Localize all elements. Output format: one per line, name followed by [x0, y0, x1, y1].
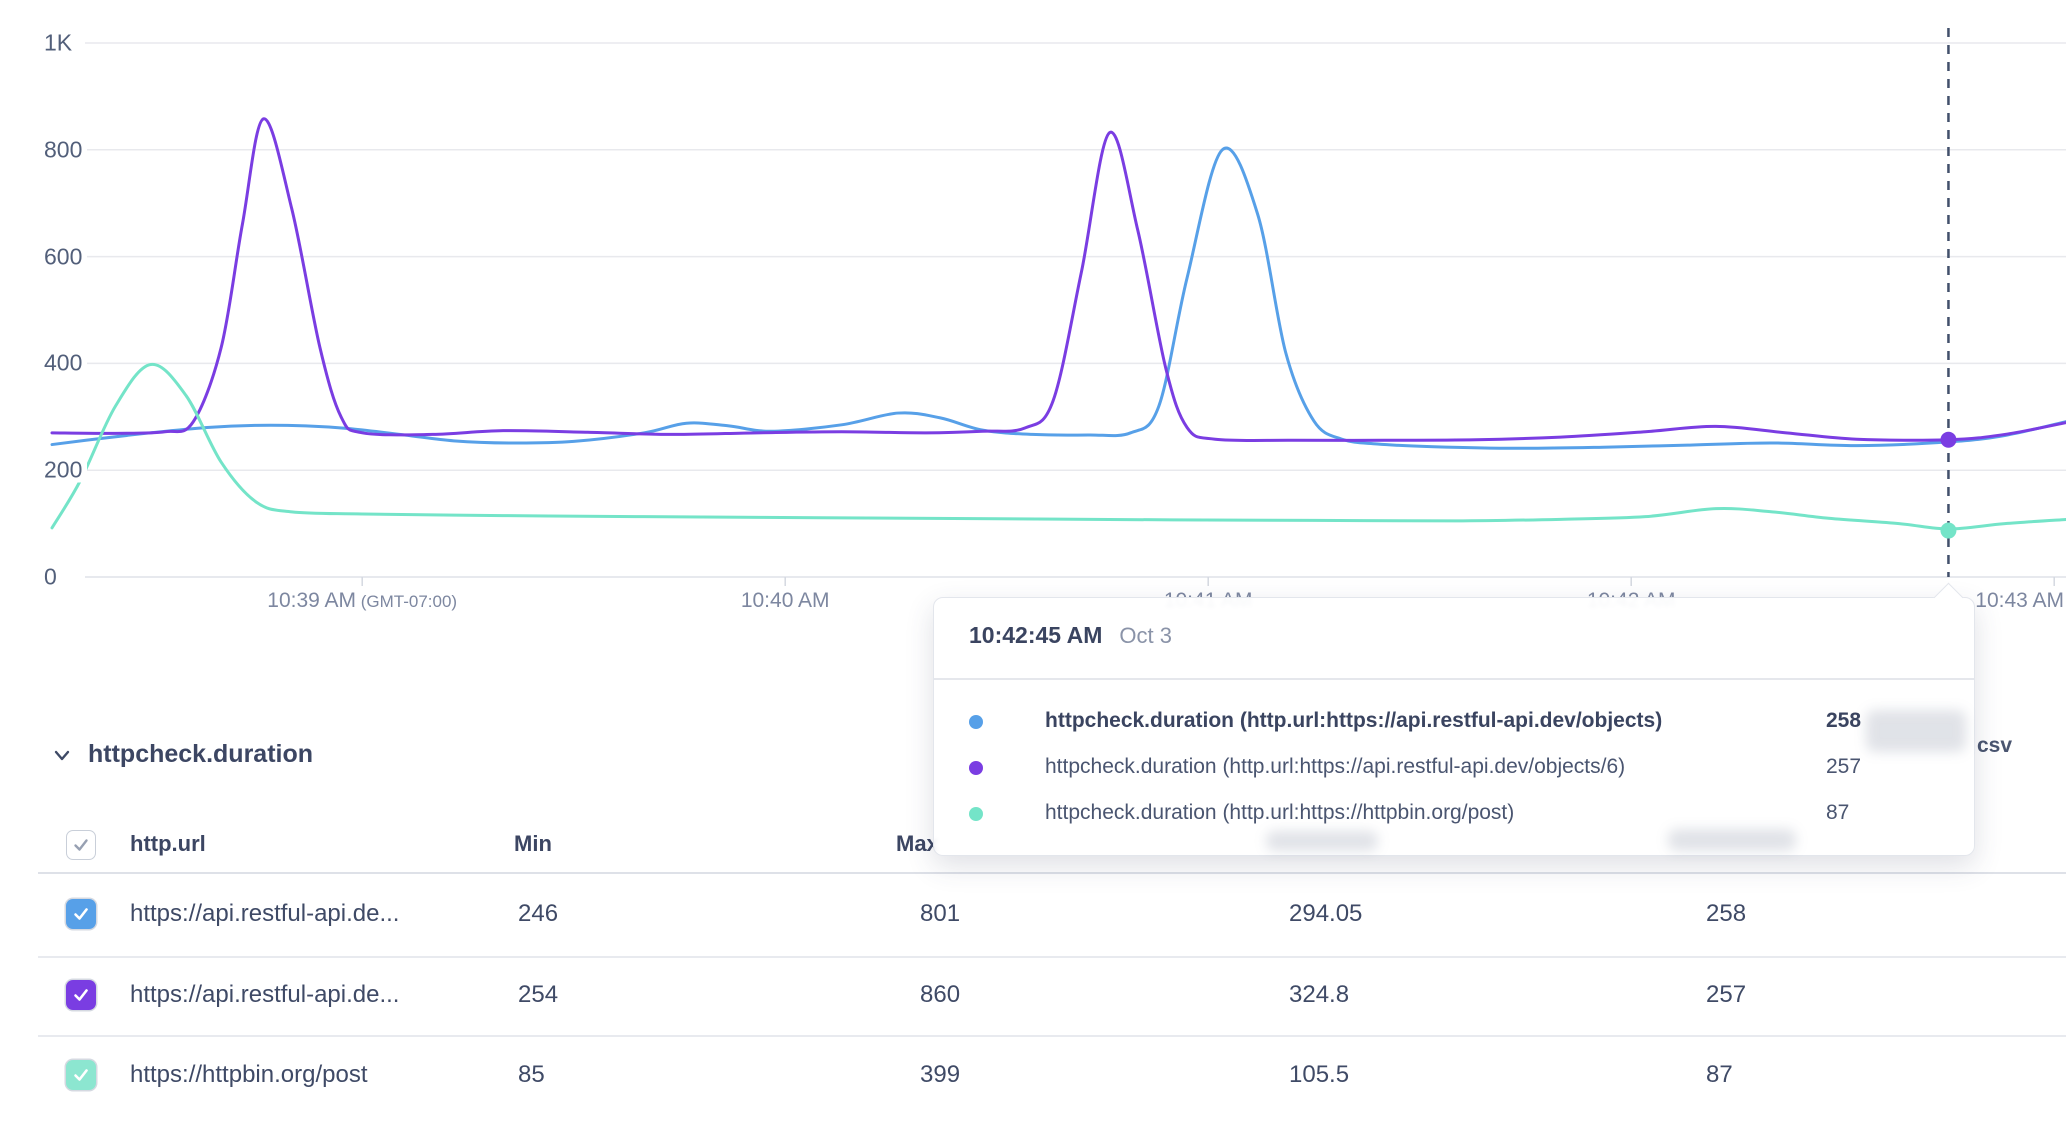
cell-value: 87	[1706, 1061, 1733, 1089]
section-title: httpcheck.duration	[88, 740, 313, 769]
check-icon	[71, 835, 91, 855]
cell-value: 257	[1706, 981, 1746, 1009]
cell-min: 85	[518, 1061, 545, 1089]
tooltip-series-value: 258	[1826, 709, 1861, 733]
y-tick-label: 800	[44, 137, 87, 162]
tooltip-series-row: httpcheck.duration (http.url:https://api…	[934, 699, 1974, 745]
httpcheck-dashboard: { "colors": { "blue": "#57a0e8", "purple…	[0, 0, 2066, 1126]
tooltip-header: 10:42:45 AM Oct 3	[969, 622, 1172, 649]
cell-min: 246	[518, 900, 558, 928]
chart-tooltip: 10:42:45 AM Oct 3 httpcheck.duration (ht…	[933, 597, 1975, 856]
y-tick-label: 1K	[44, 31, 77, 56]
check-icon	[71, 1065, 91, 1085]
redacted-text	[1866, 710, 1966, 752]
y-tick-label: 400	[44, 351, 87, 376]
row-separator	[38, 1035, 2066, 1037]
y-tick-label: 0	[44, 565, 62, 590]
tooltip-rows: httpcheck.duration (http.url:https://api…	[934, 699, 1974, 837]
cell-max: 860	[920, 981, 960, 1009]
tooltip-series-label: httpcheck.duration (http.url:https://htt…	[1045, 801, 1514, 825]
tooltip-series-value: 257	[1826, 755, 1861, 779]
redacted-column-header	[1668, 829, 1796, 851]
table-header-border	[38, 872, 2066, 874]
tooltip-series-row: httpcheck.duration (http.url:https://htt…	[934, 791, 1974, 837]
cell-max: 399	[920, 1061, 960, 1089]
select-all-checkbox[interactable]	[66, 830, 96, 860]
tooltip-series-row: httpcheck.duration (http.url:https://api…	[934, 745, 1974, 791]
series-color-dot	[969, 761, 983, 775]
cell-avg: 324.8	[1289, 981, 1349, 1009]
y-tick-label: 600	[44, 244, 87, 269]
column-header-min[interactable]: Min	[514, 831, 552, 857]
section-header: httpcheck.duration	[50, 740, 313, 769]
row-separator	[38, 956, 2066, 958]
tooltip-divider	[934, 678, 1974, 680]
cell-max: 801	[920, 900, 960, 928]
y-tick-label: 200	[44, 458, 87, 483]
tooltip-timestamp: 10:42:45 AM	[969, 622, 1102, 649]
chevron-down-icon[interactable]	[50, 743, 74, 767]
cell-avg: 294.05	[1289, 900, 1362, 928]
check-icon	[71, 985, 91, 1005]
metric-table-section: httpcheck.duration csv http.url Min Max …	[0, 0, 2066, 1126]
tooltip-date: Oct 3	[1119, 623, 1172, 649]
row-checkbox[interactable]	[66, 1060, 96, 1090]
tooltip-series-label: httpcheck.duration (http.url:https://api…	[1045, 709, 1662, 733]
column-header-http-url[interactable]: http.url	[130, 831, 206, 857]
cell-min: 254	[518, 981, 558, 1009]
cell-url[interactable]: https://httpbin.org/post	[130, 1061, 367, 1089]
download-csv-link[interactable]: csv	[1977, 734, 2012, 758]
cell-value: 258	[1706, 900, 1746, 928]
redacted-column-header	[1266, 831, 1378, 851]
cell-url[interactable]: https://api.restful-api.de...	[130, 900, 399, 928]
series-color-dot	[969, 807, 983, 821]
row-checkbox[interactable]	[66, 980, 96, 1010]
tooltip-series-value: 87	[1826, 801, 1849, 825]
check-icon	[71, 904, 91, 924]
row-checkbox[interactable]	[66, 899, 96, 929]
cell-avg: 105.5	[1289, 1061, 1349, 1089]
cell-url[interactable]: https://api.restful-api.de...	[130, 981, 399, 1009]
series-color-dot	[969, 715, 983, 729]
tooltip-series-label: httpcheck.duration (http.url:https://api…	[1045, 755, 1625, 779]
